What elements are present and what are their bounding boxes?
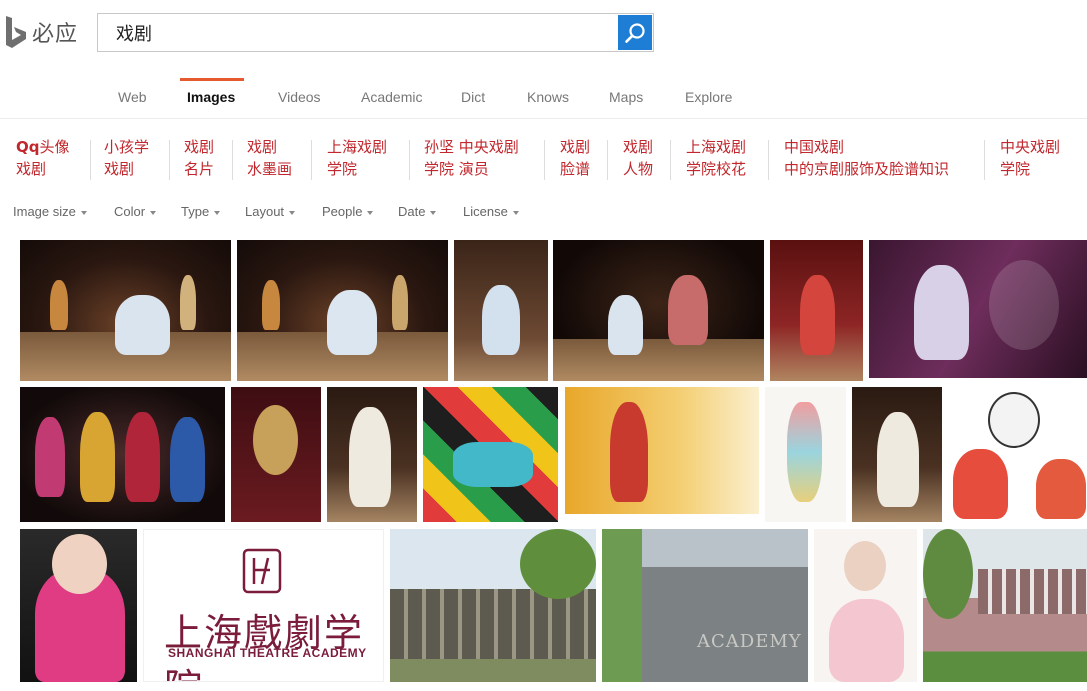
performer-figure: [180, 275, 196, 330]
performer-figure: [610, 402, 648, 502]
image-result[interactable]: [553, 240, 764, 381]
performer-figure: [877, 412, 919, 507]
performer-figure: [608, 295, 643, 355]
image-result[interactable]: [770, 240, 863, 381]
dress: [829, 599, 904, 682]
tree: [923, 529, 973, 619]
face: [844, 541, 886, 591]
performer-figure: [262, 280, 280, 330]
performer-figure: [35, 417, 65, 497]
mask-icon: [453, 442, 533, 487]
academy-seal-icon: [242, 548, 282, 594]
image-result[interactable]: [327, 387, 417, 522]
face: [52, 534, 107, 594]
face-art: [787, 402, 822, 502]
image-result[interactable]: [390, 529, 596, 682]
image-result[interactable]: [20, 529, 137, 682]
performer-figure: [914, 265, 969, 360]
performer-figure: [392, 275, 408, 330]
image-result[interactable]: ACADEMY: [602, 529, 808, 682]
performer-figure: [125, 412, 160, 502]
performer-figure: [50, 280, 68, 330]
academy-name-en: SHANGHAI THEATRE ACADEMY: [168, 646, 367, 660]
image-result[interactable]: [237, 240, 448, 381]
academy-sign-text: ACADEMY: [697, 631, 802, 652]
performer-figure: [327, 290, 377, 355]
performer-figure: [115, 295, 170, 355]
image-result[interactable]: [454, 240, 548, 381]
cartoon-figure: [1036, 459, 1086, 519]
image-result[interactable]: [565, 387, 759, 514]
image-results: 上海戲劇学院 SHANGHAI THEATRE ACADEMY ACADEMY: [0, 0, 1087, 691]
image-result[interactable]: [20, 387, 225, 522]
tree: [520, 529, 596, 599]
building-facade: [978, 569, 1087, 614]
calligraphy-mark: [989, 260, 1059, 350]
image-result[interactable]: [20, 240, 231, 381]
image-result[interactable]: [814, 529, 917, 682]
image-result[interactable]: [948, 387, 1087, 522]
performer-figure: [668, 275, 708, 345]
image-result[interactable]: [231, 387, 321, 522]
headdress-figure: [253, 405, 298, 475]
academy-name-cn: 上海戲劇学院: [164, 611, 365, 681]
performer-figure: [170, 417, 205, 502]
cartoon-figure: [953, 449, 1008, 519]
image-result[interactable]: [869, 240, 1087, 378]
image-result[interactable]: [852, 387, 942, 522]
performer-figure: [482, 285, 520, 355]
image-result[interactable]: [923, 529, 1087, 682]
performer-figure: [800, 275, 835, 355]
stage-floor: [553, 338, 764, 381]
performer-figure: [80, 412, 115, 502]
tree: [602, 529, 642, 682]
image-result[interactable]: 上海戲劇学院 SHANGHAI THEATRE ACADEMY: [143, 529, 384, 682]
image-result[interactable]: [423, 387, 558, 522]
face-mask-art: [988, 392, 1040, 448]
performer-figure: [349, 407, 391, 507]
building-facade: [390, 589, 596, 659]
image-result[interactable]: [765, 387, 846, 522]
